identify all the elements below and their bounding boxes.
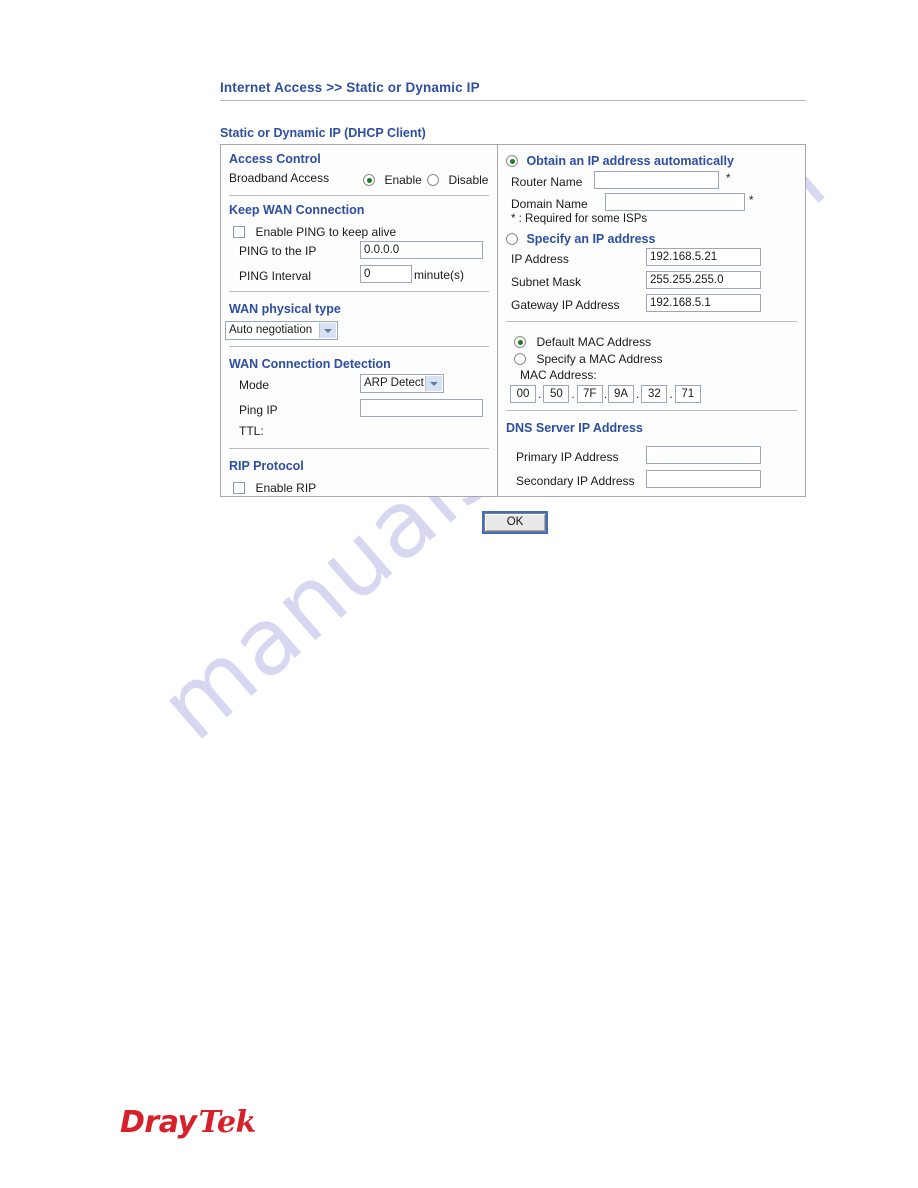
ping-to-ip-input[interactable]: 0.0.0.0 <box>360 241 483 259</box>
mac-octet-2[interactable]: 50 <box>543 385 570 403</box>
ip-address-label: IP Address <box>511 252 569 266</box>
broadband-disable-option[interactable]: Disable <box>427 171 488 189</box>
settings-form: Access Control Broadband Access Enable D… <box>220 144 806 497</box>
right-column: Obtain an IP address automatically Route… <box>498 145 805 496</box>
broadband-disable-label: Disable <box>448 173 489 187</box>
enable-ping-label: Enable PING to keep alive <box>255 225 397 239</box>
draytek-logo: DrayTek <box>120 1108 256 1138</box>
chevron-down-icon[interactable] <box>319 323 336 338</box>
chevron-down-icon[interactable] <box>425 376 442 391</box>
mac-address-label: MAC Address: <box>520 368 597 382</box>
left-divider-1 <box>221 195 497 196</box>
specify-mac-option[interactable]: Specify a MAC Address <box>514 350 663 368</box>
dns-secondary-label: Secondary IP Address <box>516 474 635 488</box>
breadcrumb-current: Static or Dynamic IP <box>346 80 480 95</box>
router-name-label: Router Name <box>511 175 583 189</box>
dns-primary-input[interactable] <box>646 446 761 464</box>
domain-name-required-marker: * <box>749 195 754 207</box>
dns-primary-label: Primary IP Address <box>516 450 619 464</box>
mac-octet-3[interactable]: 7F <box>576 385 603 403</box>
domain-name-input[interactable] <box>605 193 745 211</box>
ip-address-input[interactable]: 192.168.5.21 <box>646 248 761 266</box>
detection-ping-ip-input[interactable] <box>360 399 483 417</box>
radio-enable-icon[interactable] <box>363 174 375 186</box>
subnet-mask-label: Subnet Mask <box>511 275 582 289</box>
obtain-auto-label: Obtain an IP address automatically <box>526 154 734 168</box>
gateway-ip-label: Gateway IP Address <box>511 298 620 312</box>
gateway-ip-input[interactable]: 192.168.5.1 <box>646 294 761 312</box>
rip-protocol-heading: RIP Protocol <box>229 459 304 473</box>
specify-mac-label: Specify a MAC Address <box>536 352 663 366</box>
keep-wan-heading: Keep WAN Connection <box>229 203 365 217</box>
ping-interval-label: PING Interval <box>239 269 312 283</box>
wan-physical-type-value: Auto negotiation <box>229 324 313 336</box>
checkbox-enable-ping-icon[interactable] <box>233 226 245 238</box>
ping-interval-input[interactable]: 0 <box>360 265 412 283</box>
radio-obtain-auto-icon[interactable] <box>506 155 518 167</box>
logo-tek-text: Tek <box>198 1105 257 1140</box>
mac-octet-5[interactable]: 32 <box>641 385 668 403</box>
router-name-input[interactable] <box>594 171 719 189</box>
detection-mode-value: ARP Detect <box>364 377 424 389</box>
mac-octet-6[interactable]: 71 <box>674 385 701 403</box>
broadband-enable-label: Enable <box>384 173 422 187</box>
page-title: Static or Dynamic IP (DHCP Client) <box>220 126 426 140</box>
isp-required-note: * : Required for some ISPs <box>511 213 648 225</box>
obtain-auto-option[interactable]: Obtain an IP address automatically <box>506 152 734 170</box>
mac-address-fields: 00. 50. 7F. 9A. 32. 71 <box>510 385 701 403</box>
radio-specify-ip-icon[interactable] <box>506 233 518 245</box>
detection-mode-label: Mode <box>239 378 270 392</box>
left-column: Access Control Broadband Access Enable D… <box>221 145 498 496</box>
breadcrumb-parent[interactable]: Internet Access <box>220 80 322 95</box>
mac-octet-1[interactable]: 00 <box>510 385 536 403</box>
access-control-heading: Access Control <box>229 152 321 166</box>
breadcrumb: Internet Access >> Static or Dynamic IP <box>220 80 480 95</box>
router-name-required-marker: * <box>726 173 731 185</box>
wan-physical-type-select[interactable]: Auto negotiation <box>225 321 338 340</box>
subnet-mask-input[interactable]: 255.255.255.0 <box>646 271 761 289</box>
ping-to-ip-label: PING to the IP <box>239 244 317 258</box>
ok-button[interactable]: OK <box>482 511 548 534</box>
right-divider-1 <box>498 321 805 322</box>
right-divider-2 <box>498 410 805 411</box>
broadband-access-label: Broadband Access <box>229 171 330 185</box>
enable-ping-option[interactable]: Enable PING to keep alive <box>233 223 396 241</box>
radio-default-mac-icon[interactable] <box>514 336 526 348</box>
enable-rip-label: Enable RIP <box>255 481 317 495</box>
ttl-label: TTL: <box>239 424 264 438</box>
radio-specify-mac-icon[interactable] <box>514 353 526 365</box>
page-root: Internet Access >> Static or Dynamic IP … <box>0 0 918 1188</box>
wan-detection-heading: WAN Connection Detection <box>229 357 391 371</box>
default-mac-option[interactable]: Default MAC Address <box>514 333 651 351</box>
wan-physical-type-heading: WAN physical type <box>229 302 341 316</box>
enable-rip-option[interactable]: Enable RIP <box>233 479 316 497</box>
dns-secondary-input[interactable] <box>646 470 761 488</box>
broadband-enable-option[interactable]: Enable <box>363 171 422 189</box>
mac-octet-4[interactable]: 9A <box>608 385 635 403</box>
left-divider-3 <box>221 346 497 347</box>
left-divider-2 <box>221 291 497 292</box>
specify-ip-label: Specify an IP address <box>526 232 656 246</box>
detection-ping-ip-label: Ping IP <box>239 403 278 417</box>
checkbox-enable-rip-icon[interactable] <box>233 482 245 494</box>
breadcrumb-divider <box>220 100 806 101</box>
logo-dray-text: Dray <box>120 1105 197 1140</box>
dns-heading: DNS Server IP Address <box>506 421 643 435</box>
left-divider-4 <box>221 448 497 449</box>
breadcrumb-separator: >> <box>326 80 343 95</box>
detection-mode-select[interactable]: ARP Detect <box>360 374 444 393</box>
ping-interval-unit: minute(s) <box>414 268 465 282</box>
default-mac-label: Default MAC Address <box>536 335 652 349</box>
specify-ip-option[interactable]: Specify an IP address <box>506 230 655 248</box>
domain-name-label: Domain Name <box>511 197 588 211</box>
radio-disable-icon[interactable] <box>427 174 439 186</box>
